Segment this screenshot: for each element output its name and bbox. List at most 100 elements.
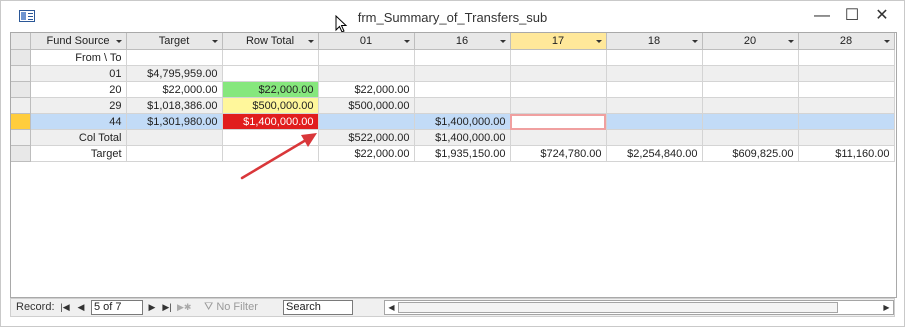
- table-row[interactable]: Col Total $522,000.00 $1,400,000.00: [11, 129, 895, 146]
- column-header-row-total[interactable]: Row Total: [222, 33, 319, 50]
- table-cell[interactable]: [606, 65, 703, 82]
- table-cell[interactable]: $1,018,386.00: [126, 97, 223, 114]
- table-cell[interactable]: [414, 65, 511, 82]
- last-record-icon[interactable]: ▶|: [160, 300, 174, 315]
- table-cell[interactable]: [702, 113, 799, 130]
- column-header-17[interactable]: 17: [510, 33, 607, 50]
- table-cell[interactable]: [606, 113, 703, 130]
- record-number-input[interactable]: 5 of 7: [91, 300, 143, 315]
- table-cell[interactable]: [606, 81, 703, 98]
- table-cell[interactable]: 44: [30, 113, 127, 130]
- table-cell[interactable]: [606, 49, 703, 66]
- table-cell[interactable]: From \ To: [30, 49, 127, 66]
- new-record-icon[interactable]: ▶✱: [177, 300, 191, 315]
- table-cell[interactable]: [510, 129, 607, 146]
- chevron-down-icon[interactable]: [499, 40, 506, 43]
- next-record-icon[interactable]: ▶: [145, 300, 159, 315]
- table-cell[interactable]: [510, 65, 607, 82]
- row-selector[interactable]: [11, 81, 31, 98]
- table-cell[interactable]: Target: [30, 145, 127, 162]
- column-header-28[interactable]: 28: [798, 33, 895, 50]
- chevron-down-icon[interactable]: [115, 40, 122, 43]
- table-row[interactable]: 01 $4,795,959.00: [11, 65, 895, 82]
- table-cell[interactable]: [318, 49, 415, 66]
- column-header-fund-source[interactable]: Fund Source: [30, 33, 127, 50]
- active-edit-cell[interactable]: [510, 113, 607, 130]
- horizontal-scrollbar[interactable]: ◀ ▶: [384, 300, 894, 315]
- select-all-corner[interactable]: [11, 33, 31, 50]
- table-cell-highlight-red[interactable]: $1,400,000.00: [222, 113, 319, 130]
- table-cell[interactable]: [702, 97, 799, 114]
- row-selector[interactable]: [11, 97, 31, 114]
- table-cell[interactable]: $1,301,980.00: [126, 113, 223, 130]
- table-cell[interactable]: $22,000.00: [126, 81, 223, 98]
- close-button[interactable]: ✕: [867, 5, 897, 27]
- table-cell[interactable]: $1,400,000.00: [414, 113, 511, 130]
- current-row-selector[interactable]: [11, 113, 31, 130]
- table-cell[interactable]: $1,935,150.00: [414, 145, 511, 162]
- table-cell[interactable]: $500,000.00: [318, 97, 415, 114]
- table-cell[interactable]: [318, 65, 415, 82]
- scroll-right-icon[interactable]: ▶: [880, 301, 893, 314]
- chevron-down-icon[interactable]: [307, 40, 314, 43]
- table-cell[interactable]: [318, 113, 415, 130]
- column-header-01[interactable]: 01: [318, 33, 415, 50]
- table-cell[interactable]: [798, 65, 895, 82]
- chevron-down-icon[interactable]: [595, 40, 602, 43]
- chevron-down-icon[interactable]: [403, 40, 410, 43]
- row-selector[interactable]: [11, 65, 31, 82]
- table-cell[interactable]: [414, 97, 511, 114]
- column-header-20[interactable]: 20: [702, 33, 799, 50]
- row-selector[interactable]: [11, 145, 31, 162]
- table-cell[interactable]: [510, 81, 607, 98]
- chevron-down-icon[interactable]: [211, 40, 218, 43]
- table-cell[interactable]: $724,780.00: [510, 145, 607, 162]
- scroll-left-icon[interactable]: ◀: [385, 301, 398, 314]
- table-cell-highlight-green[interactable]: $22,000.00: [222, 81, 319, 98]
- table-cell[interactable]: [414, 49, 511, 66]
- table-cell[interactable]: [606, 97, 703, 114]
- table-cell[interactable]: [126, 49, 223, 66]
- table-cell[interactable]: $1,400,000.00: [414, 129, 511, 146]
- table-cell[interactable]: [798, 113, 895, 130]
- table-cell[interactable]: [702, 49, 799, 66]
- scrollbar-thumb[interactable]: [398, 302, 838, 313]
- table-cell[interactable]: [126, 129, 223, 146]
- table-cell[interactable]: [798, 49, 895, 66]
- table-cell[interactable]: [222, 49, 319, 66]
- minimize-button[interactable]: —: [807, 5, 837, 27]
- table-cell[interactable]: [510, 49, 607, 66]
- table-cell[interactable]: [606, 129, 703, 146]
- table-cell-highlight-yellow[interactable]: $500,000.00: [222, 97, 319, 114]
- row-selector[interactable]: [11, 49, 31, 66]
- table-cell[interactable]: [798, 129, 895, 146]
- table-cell[interactable]: $11,160.00: [798, 145, 895, 162]
- table-cell[interactable]: [510, 97, 607, 114]
- table-cell[interactable]: 20: [30, 81, 127, 98]
- table-cell[interactable]: $4,795,959.00: [126, 65, 223, 82]
- table-cell[interactable]: [126, 145, 223, 162]
- table-cell[interactable]: [702, 129, 799, 146]
- first-record-icon[interactable]: |◀: [58, 300, 72, 315]
- previous-record-icon[interactable]: ◀: [74, 300, 88, 315]
- table-cell[interactable]: [798, 97, 895, 114]
- table-cell[interactable]: [222, 129, 319, 146]
- table-cell[interactable]: [798, 81, 895, 98]
- table-row[interactable]: 29 $1,018,386.00 $500,000.00 $500,000.00: [11, 97, 895, 114]
- table-cell[interactable]: $522,000.00: [318, 129, 415, 146]
- table-cell[interactable]: 29: [30, 97, 127, 114]
- column-header-target[interactable]: Target: [126, 33, 223, 50]
- table-cell[interactable]: [222, 145, 319, 162]
- table-row[interactable]: Target $22,000.00 $1,935,150.00 $724,780…: [11, 145, 895, 162]
- table-row[interactable]: From \ To: [11, 49, 895, 66]
- table-cell[interactable]: [702, 81, 799, 98]
- column-header-16[interactable]: 16: [414, 33, 511, 50]
- no-filter-button[interactable]: ⛛ No Filter: [204, 299, 258, 316]
- table-cell[interactable]: 01: [30, 65, 127, 82]
- row-selector[interactable]: [11, 129, 31, 146]
- table-row[interactable]: 20 $22,000.00 $22,000.00 $22,000.00: [11, 81, 895, 98]
- table-cell[interactable]: $22,000.00: [318, 145, 415, 162]
- table-cell[interactable]: $22,000.00: [318, 81, 415, 98]
- column-header-18[interactable]: 18: [606, 33, 703, 50]
- title-bar[interactable]: frm_Summary_of_Transfers_sub — ☐ ✕: [1, 1, 904, 33]
